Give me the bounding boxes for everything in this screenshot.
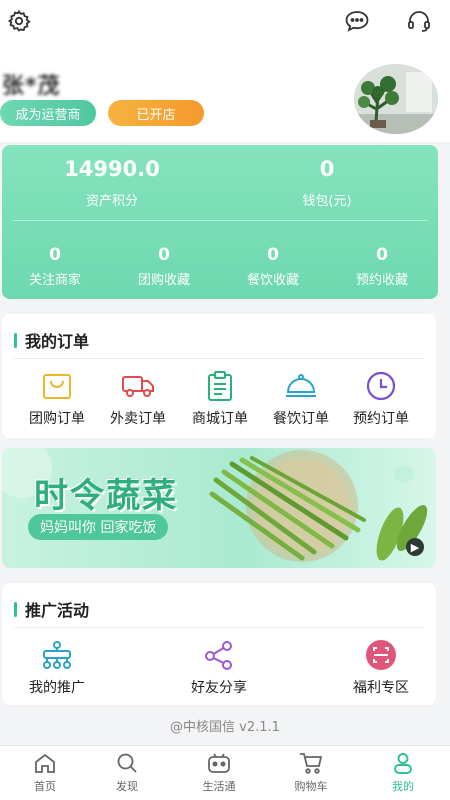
home-icon <box>32 750 58 776</box>
banner-title: 时令蔬菜 <box>34 476 178 516</box>
wallet-label: 钱包(元) <box>302 194 352 209</box>
tab-life-service[interactable]: 生活通 <box>174 750 264 794</box>
become-operator-button[interactable]: 成为运营商 <box>0 100 96 126</box>
tab-cart[interactable]: 购物车 <box>266 750 356 794</box>
section-accent-bar <box>14 601 17 617</box>
promo-share-friends-label: 好友分享 <box>191 680 247 696</box>
assets-divider <box>12 220 428 221</box>
followed-merchants-count[interactable]: 0 <box>5 245 105 265</box>
version-text: @中核国信 v2.1.1 <box>170 720 280 735</box>
promo-welfare-zone[interactable]: 福利专区 <box>338 637 424 697</box>
scan-icon <box>363 637 399 673</box>
bottom-tab-bar: 首页 发现 生活通 购物车 我的 <box>0 745 450 800</box>
points-value[interactable]: 14990.0 <box>42 157 182 181</box>
user-icon <box>390 750 416 776</box>
cart-icon <box>298 750 324 776</box>
orders-divider <box>14 358 424 359</box>
promo-my-promotion[interactable]: 我的推广 <box>14 637 100 697</box>
booking-favorites-count[interactable]: 0 <box>332 245 432 265</box>
promo-divider <box>14 627 424 628</box>
points-label: 资产积分 <box>85 194 138 209</box>
chat-bubble-icon[interactable] <box>342 6 372 36</box>
clock-icon <box>363 368 399 404</box>
order-booking-label: 预约订单 <box>353 411 409 427</box>
groupbuy-favorites-label[interactable]: 团购收藏 <box>114 269 214 288</box>
order-booking[interactable]: 预约订单 <box>338 368 424 428</box>
shop-opened-button[interactable]: 已开店 <box>108 100 204 126</box>
profile-header: 张*茂 成为运营商 已开店 <box>0 0 450 142</box>
tab-cart-label: 购物车 <box>294 780 328 793</box>
orders-card: 我的订单 团购订单 外卖订单 商城订单 餐饮订单 预约订单 <box>2 314 436 438</box>
promo-my-promotion-label: 我的推广 <box>29 680 85 696</box>
banner-subtitle: 妈妈叫你 回家吃饭 <box>28 514 169 540</box>
promotions-card: 推广活动 我的推广 好友分享 福利专区 <box>2 583 436 705</box>
network-icon <box>39 637 75 673</box>
tab-home-label: 首页 <box>34 780 56 793</box>
tab-home[interactable]: 首页 <box>0 750 90 794</box>
seasonal-vegetables-banner[interactable]: 时令蔬菜 妈妈叫你 回家吃饭 ▶ <box>2 448 436 568</box>
avatar[interactable] <box>354 64 438 134</box>
gear-icon[interactable] <box>4 6 34 36</box>
food-cloche-icon <box>283 368 319 404</box>
section-accent-bar <box>14 332 17 348</box>
wallet-value[interactable]: 0 <box>277 157 377 181</box>
username: 张*茂 <box>2 74 61 99</box>
promo-share-friends[interactable]: 好友分享 <box>176 637 262 697</box>
order-groupbuy[interactable]: 团购订单 <box>14 368 100 428</box>
order-mall-label: 商城订单 <box>192 411 248 427</box>
assets-card: 14990.0 资产积分 0 钱包(元) 0 关注商家 0 团购收藏 0 餐饮收… <box>2 145 438 299</box>
order-takeout[interactable]: 外卖订单 <box>95 368 181 428</box>
order-mall[interactable]: 商城订单 <box>177 368 263 428</box>
promo-welfare-zone-label: 福利专区 <box>353 680 409 696</box>
tab-mine-label: 我的 <box>392 780 414 793</box>
order-dining[interactable]: 餐饮订单 <box>258 368 344 428</box>
orders-title-text: 我的订单 <box>25 332 90 351</box>
dining-favorites-label[interactable]: 餐饮收藏 <box>223 269 323 288</box>
booking-favorites-label[interactable]: 预约收藏 <box>332 269 432 288</box>
play-arrow-icon[interactable]: ▶ <box>406 538 424 556</box>
tab-discover[interactable]: 发现 <box>82 750 172 794</box>
orders-title: 我的订单 <box>14 328 89 352</box>
order-groupbuy-label: 团购订单 <box>29 411 85 427</box>
promo-title-text: 推广活动 <box>25 601 90 620</box>
tab-mine[interactable]: 我的 <box>358 750 448 794</box>
headset-icon[interactable] <box>404 6 434 36</box>
tab-discover-label: 发现 <box>116 780 138 793</box>
order-dining-label: 餐饮订单 <box>273 411 329 427</box>
search-icon <box>114 750 140 776</box>
groupbuy-favorites-count[interactable]: 0 <box>114 245 214 265</box>
delivery-truck-icon <box>120 368 156 404</box>
promo-title: 推广活动 <box>14 597 89 621</box>
shopping-bag-icon <box>39 368 75 404</box>
share-icon <box>201 637 237 673</box>
clipboard-icon <box>202 368 238 404</box>
robot-icon <box>206 750 232 776</box>
order-takeout-label: 外卖订单 <box>110 411 166 427</box>
tab-life-service-label: 生活通 <box>202 780 236 793</box>
dining-favorites-count[interactable]: 0 <box>223 245 323 265</box>
followed-merchants-label[interactable]: 关注商家 <box>5 269 105 288</box>
